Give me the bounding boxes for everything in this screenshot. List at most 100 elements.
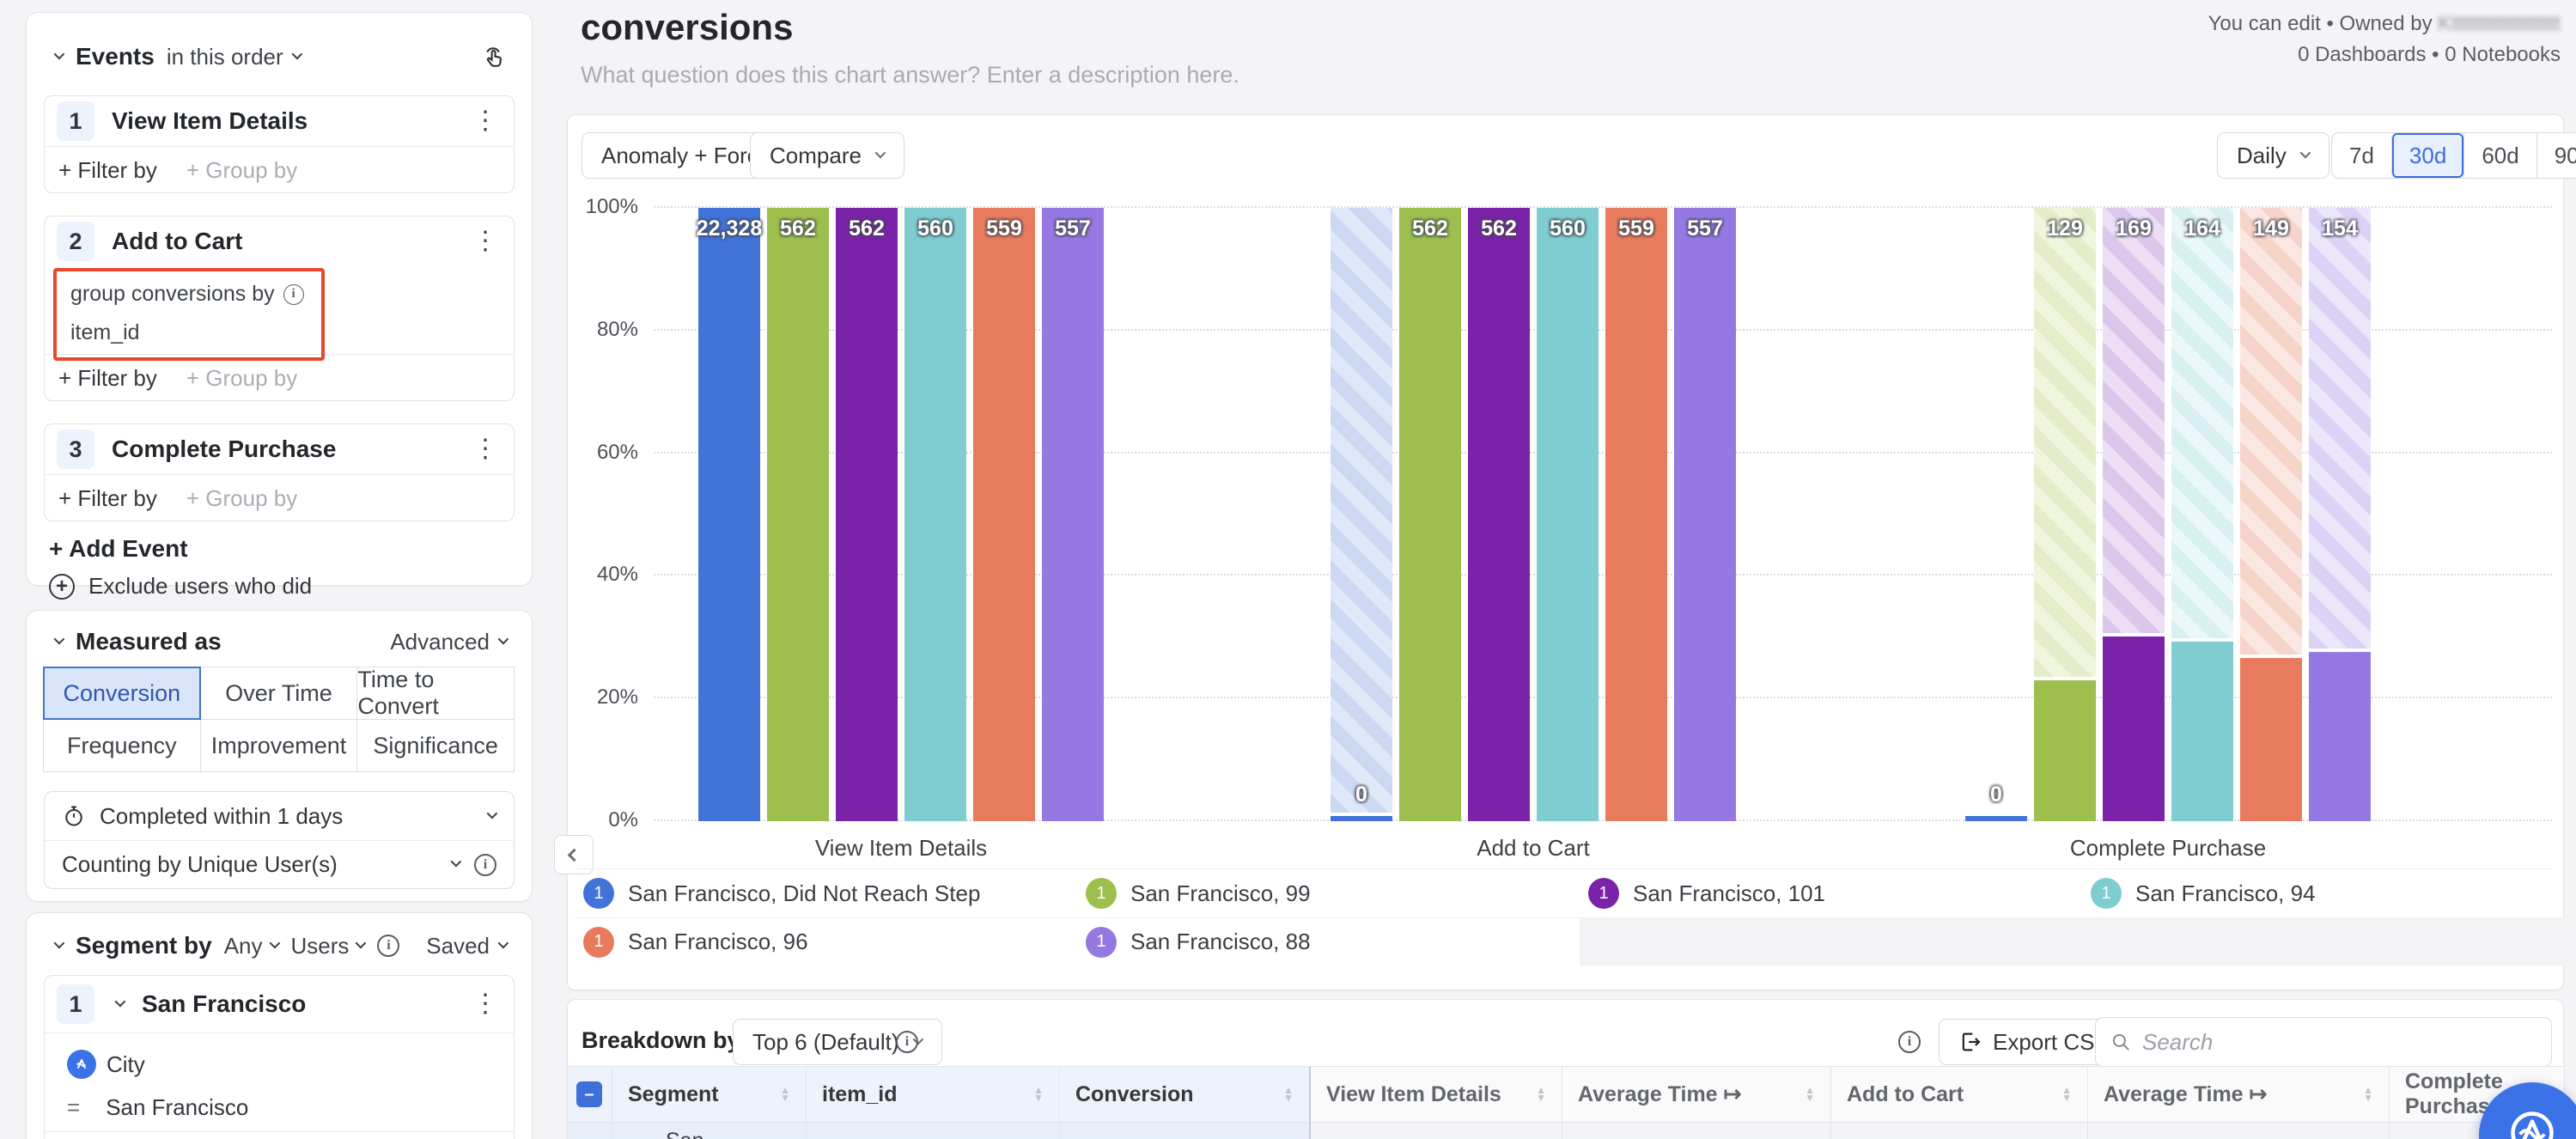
compare-dropdown[interactable]: Compare — [750, 132, 904, 179]
group-conversions-annotation[interactable]: group conversions by i item_id — [53, 268, 325, 361]
sort-icon[interactable]: ▲▼ — [1536, 1087, 1546, 1102]
segment-property-row[interactable]: City — [67, 1044, 496, 1085]
mode-time-to-convert[interactable]: Time to Convert — [356, 667, 515, 720]
sort-icon[interactable]: ▲▼ — [1283, 1087, 1294, 1102]
operator[interactable]: = — [67, 1094, 80, 1121]
funnel-bar[interactable]: 560 — [904, 208, 966, 821]
segment-menu-icon[interactable]: ⋮ — [472, 991, 498, 1017]
filter-by-link[interactable]: + Filter by — [58, 157, 157, 184]
segment-card-1[interactable]: 1 San Francisco ⋮ City = S — [44, 975, 515, 1139]
info-icon[interactable]: i — [896, 1031, 918, 1053]
table-info-icon[interactable]: i — [1898, 1031, 1921, 1053]
funnel-bar[interactable]: 562 — [767, 208, 829, 821]
advanced-dropdown[interactable]: Advanced — [390, 629, 508, 655]
step-name[interactable]: Add to Cart — [112, 228, 455, 255]
funnel-bar[interactable]: 129 — [2034, 208, 2096, 821]
step-menu-icon[interactable]: ⋮ — [472, 108, 498, 134]
select-events-hand-icon[interactable] — [478, 42, 508, 71]
range-90d[interactable]: 90d — [2536, 133, 2576, 178]
report-description-placeholder[interactable]: What question does this chart answer? En… — [581, 62, 1239, 88]
table-row[interactable]: ✓1San FranciscoDid Not Reach Step0.00%22… — [568, 1123, 2563, 1139]
event-step-2[interactable]: 2 Add to Cart ⋮ group conversions by i i… — [44, 216, 515, 401]
event-step-1[interactable]: 1 View Item Details ⋮ + Filter by + Grou… — [44, 95, 515, 193]
funnel-bar[interactable]: 562 — [1468, 208, 1530, 821]
select-all-checkbox-indeterminate[interactable]: – — [576, 1081, 602, 1107]
info-icon[interactable]: i — [377, 935, 399, 957]
funnel-bar[interactable]: 169 — [2103, 208, 2165, 821]
mode-improvement[interactable]: Improvement — [200, 719, 358, 772]
any-dropdown[interactable]: Any — [224, 933, 279, 959]
legend-item[interactable]: 1San Francisco, 96 — [575, 917, 1077, 965]
segment-value[interactable]: San Francisco — [106, 1094, 248, 1121]
breakdown-search[interactable] — [2095, 1017, 2552, 1067]
column-header-5[interactable]: Average Time ↦▲▼ — [1562, 1066, 1831, 1123]
legend-item[interactable]: 1San Francisco, 99 — [1077, 869, 1580, 917]
range-7d[interactable]: 7d — [2332, 133, 2391, 178]
funnel-bar[interactable]: 562 — [836, 208, 898, 821]
funnel-bar[interactable]: 164 — [2171, 208, 2233, 821]
group-by-link[interactable]: + Group by — [186, 485, 297, 512]
column-header-4[interactable]: View Item Details▲▼ — [1311, 1066, 1562, 1123]
range-30d[interactable]: 30d — [2391, 133, 2463, 178]
group-by-link[interactable]: + Group by — [186, 365, 297, 392]
step-menu-icon[interactable]: ⋮ — [472, 436, 498, 462]
conversion-window-row[interactable]: Completed within 1 days — [45, 792, 514, 840]
filter-by-link[interactable]: + Filter by — [58, 365, 157, 392]
segment-name[interactable]: San Francisco — [142, 990, 455, 1018]
report-title[interactable]: conversions — [581, 7, 793, 48]
info-icon[interactable]: i — [474, 854, 496, 876]
legend-item[interactable]: 1San Francisco, 94 — [2082, 869, 2576, 917]
mode-significance[interactable]: Significance — [356, 719, 515, 772]
event-order-dropdown[interactable]: in this order — [167, 44, 301, 70]
range-60d[interactable]: 60d — [2463, 133, 2536, 178]
sort-icon[interactable]: ▲▼ — [2363, 1087, 2373, 1102]
group-by-link[interactable]: + Group by — [186, 157, 297, 184]
column-header-2[interactable]: item_id▲▼ — [807, 1066, 1060, 1123]
funnel-bar[interactable]: 562 — [1399, 208, 1461, 821]
granularity-dropdown[interactable]: Daily — [2217, 132, 2329, 179]
chevron-down-icon[interactable] — [115, 996, 126, 1007]
info-icon[interactable]: i — [283, 284, 304, 305]
sort-icon[interactable]: ▲▼ — [1805, 1087, 1815, 1102]
funnel-bar[interactable]: 22,328 — [698, 208, 760, 821]
sort-icon[interactable]: ▲▼ — [780, 1087, 790, 1102]
segment-value-row[interactable]: = San Francisco — [67, 1085, 496, 1130]
funnel-bar[interactable]: 560 — [1537, 208, 1599, 821]
exclude-users-button[interactable]: + Exclude users who did — [49, 573, 312, 600]
legend-item[interactable]: 1San Francisco, 101 — [1580, 869, 2082, 917]
step-name[interactable]: View Item Details — [112, 107, 455, 135]
funnel-bar[interactable]: 559 — [973, 208, 1035, 821]
funnel-bar[interactable]: 0 — [1331, 208, 1392, 821]
mode-conversion[interactable]: Conversion — [43, 667, 201, 720]
column-header-3[interactable]: Conversion▲▼ — [1060, 1066, 1311, 1123]
sort-icon[interactable]: ▲▼ — [1033, 1087, 1044, 1102]
mode-frequency[interactable]: Frequency — [43, 719, 201, 772]
group-by-property[interactable]: item_id — [70, 320, 304, 345]
data-cell: N/A — [1562, 1123, 1831, 1139]
sort-icon[interactable]: ▲▼ — [2061, 1087, 2072, 1102]
column-header-6[interactable]: Add to Cart▲▼ — [1831, 1066, 2088, 1123]
counting-by-row[interactable]: Counting by Unique User(s) i — [45, 840, 514, 888]
column-header-1[interactable]: Segment▲▼ — [612, 1066, 807, 1123]
add-event-button[interactable]: + Add Event — [49, 535, 188, 563]
saved-dropdown[interactable]: Saved — [426, 933, 508, 959]
legend-item[interactable]: 1San Francisco, 88 — [1077, 917, 1580, 965]
event-step-3[interactable]: 3 Complete Purchase ⋮ + Filter by + Grou… — [44, 423, 515, 521]
users-dropdown[interactable]: Users — [291, 933, 366, 959]
step-menu-icon[interactable]: ⋮ — [472, 228, 498, 254]
collapse-chevron-icon[interactable] — [54, 633, 65, 644]
collapse-chevron-icon[interactable] — [54, 937, 65, 948]
column-header-7[interactable]: Average Time ↦▲▼ — [2088, 1066, 2390, 1123]
step-name[interactable]: Complete Purchase — [112, 436, 455, 463]
search-input[interactable] — [2142, 1029, 2520, 1056]
funnel-bar[interactable]: 559 — [1605, 208, 1667, 821]
mode-over-time[interactable]: Over Time — [200, 667, 358, 720]
filter-by-link[interactable]: + Filter by — [58, 485, 157, 512]
funnel-bar[interactable]: 557 — [1674, 208, 1736, 821]
funnel-bar[interactable]: 557 — [1042, 208, 1104, 821]
funnel-bar[interactable]: 154 — [2309, 208, 2371, 821]
collapse-chevron-icon[interactable] — [54, 48, 65, 59]
legend-item[interactable]: 1San Francisco, Did Not Reach Step — [575, 869, 1077, 917]
funnel-bar[interactable]: 0 — [1965, 208, 2027, 821]
funnel-bar[interactable]: 149 — [2240, 208, 2302, 821]
